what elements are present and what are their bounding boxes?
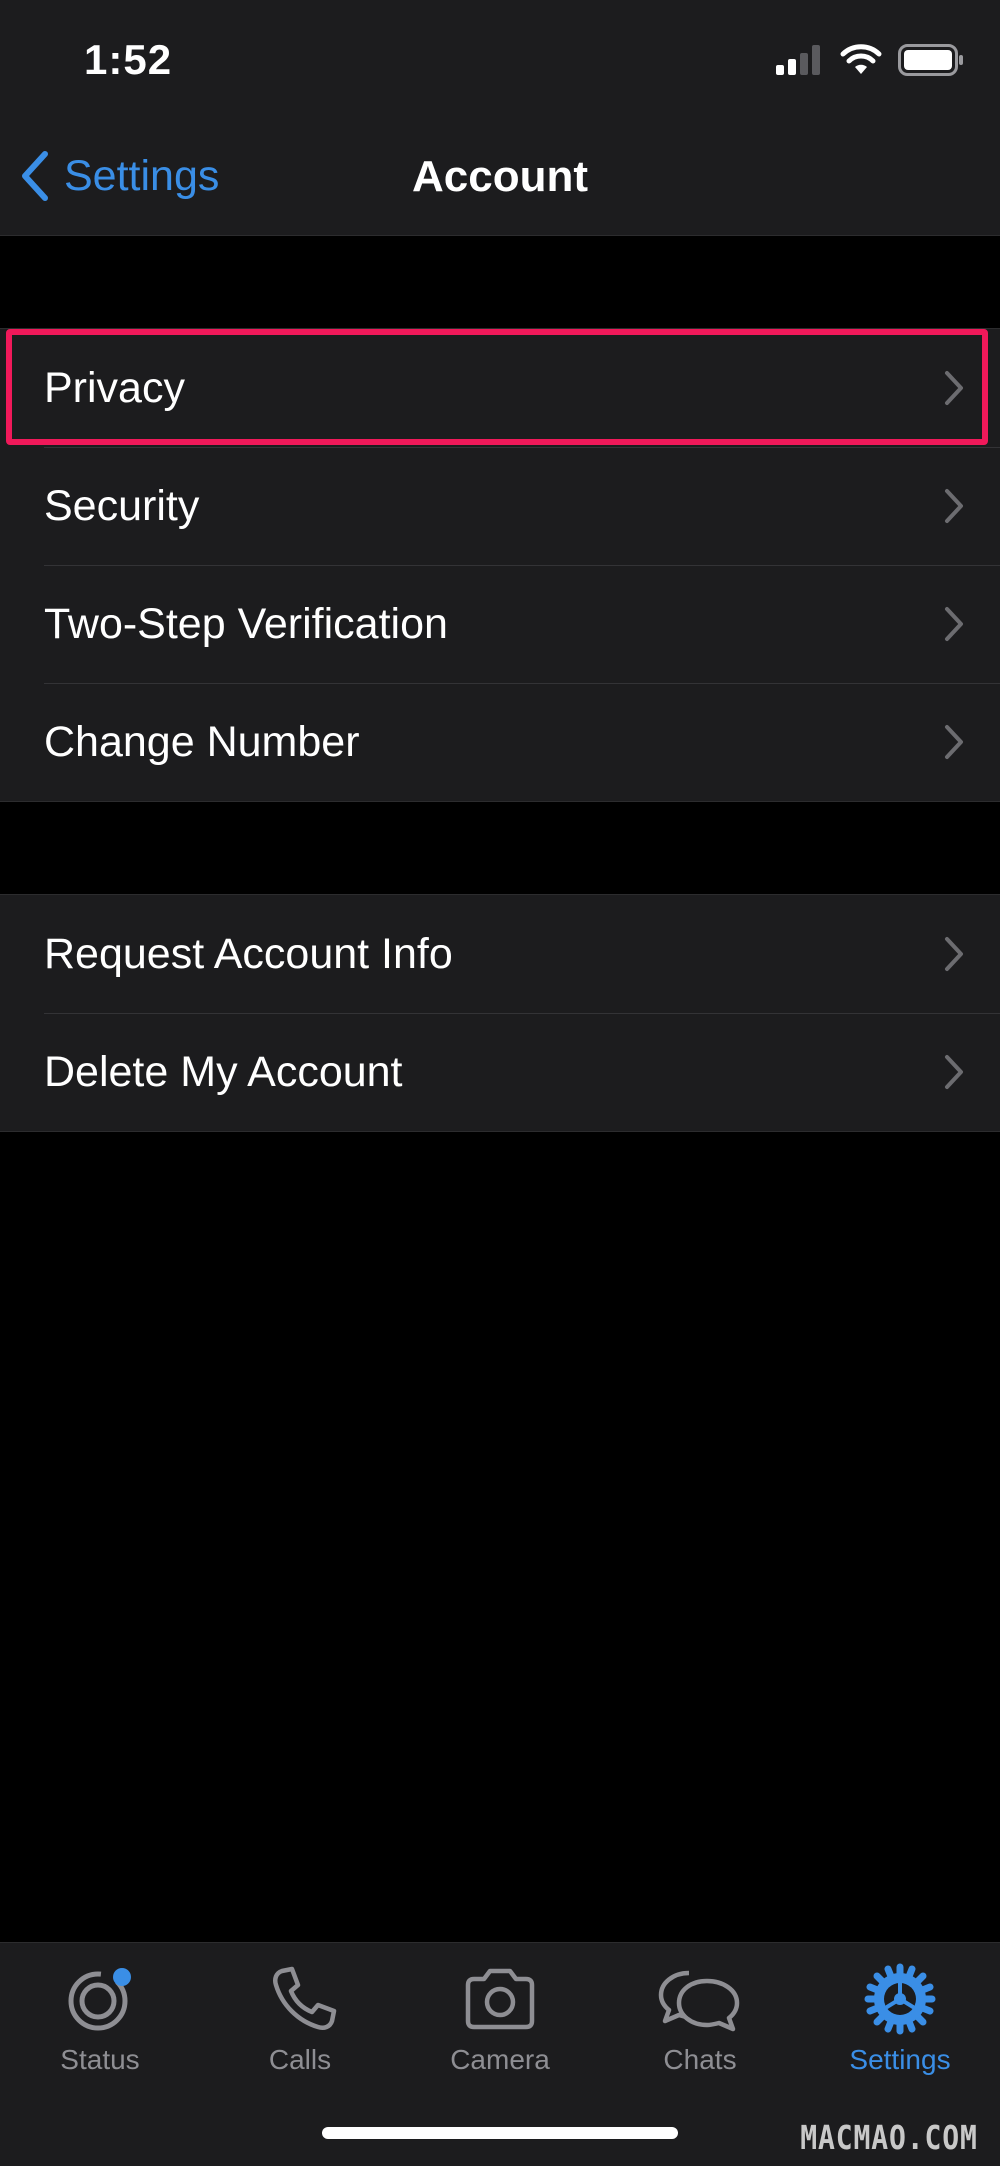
request-account-info-row[interactable]: Request Account Info [0, 895, 1000, 1013]
chevron-right-icon [945, 371, 963, 405]
status-time: 1:52 [84, 36, 173, 83]
tab-chats-label: Chats [663, 2044, 737, 2075]
status-bar: 1:52 [0, 0, 1000, 130]
chevron-right-icon [945, 489, 963, 523]
change-number-row[interactable]: Change Number [0, 683, 1000, 801]
tab-calls-label: Calls [268, 2044, 332, 2075]
chevron-right-icon [945, 607, 963, 641]
tab-settings-label: Settings [849, 2044, 951, 2075]
account-options-group: Privacy Security Two-Step Verification C… [0, 328, 1000, 802]
gear-icon [864, 1963, 936, 2035]
signal-icon [776, 45, 820, 75]
navigation-bar: Settings Account [0, 130, 1000, 236]
status-icon [68, 1968, 131, 2031]
tab-camera-label: Camera [450, 2044, 550, 2075]
tab-chats[interactable]: Chats [600, 1963, 800, 2076]
security-label: Security [44, 481, 200, 530]
chevron-right-icon [945, 725, 963, 759]
account-data-group: Request Account Info Delete My Account [0, 894, 1000, 1132]
privacy-label: Privacy [44, 363, 185, 412]
watermark: MACMAO.COM [800, 2118, 978, 2157]
tab-camera[interactable]: Camera [400, 1963, 600, 2076]
home-indicator[interactable] [322, 2127, 678, 2139]
privacy-row[interactable]: Privacy [0, 329, 1000, 447]
wifi-icon [840, 44, 882, 74]
delete-my-account-row[interactable]: Delete My Account [0, 1013, 1000, 1131]
chat-bubbles-icon [658, 1970, 740, 2032]
tab-status-label: Status [60, 2044, 140, 2075]
tab-settings[interactable]: Settings [800, 1963, 1000, 2076]
chevron-right-icon [945, 937, 963, 971]
status-icons [776, 44, 964, 76]
tab-calls[interactable]: Calls [200, 1963, 400, 2076]
chevron-right-icon [945, 1055, 963, 1089]
change-number-label: Change Number [44, 717, 360, 766]
battery-icon [898, 44, 963, 76]
request-account-info-label: Request Account Info [44, 929, 453, 978]
delete-my-account-label: Delete My Account [44, 1047, 403, 1096]
two-step-verification-label: Two-Step Verification [44, 599, 448, 648]
page-title: Account [412, 152, 588, 201]
camera-icon [465, 1968, 535, 2030]
phone-icon [273, 1966, 337, 2030]
tab-status[interactable]: Status [0, 1963, 200, 2076]
two-step-verification-row[interactable]: Two-Step Verification [0, 565, 1000, 683]
security-row[interactable]: Security [0, 447, 1000, 565]
